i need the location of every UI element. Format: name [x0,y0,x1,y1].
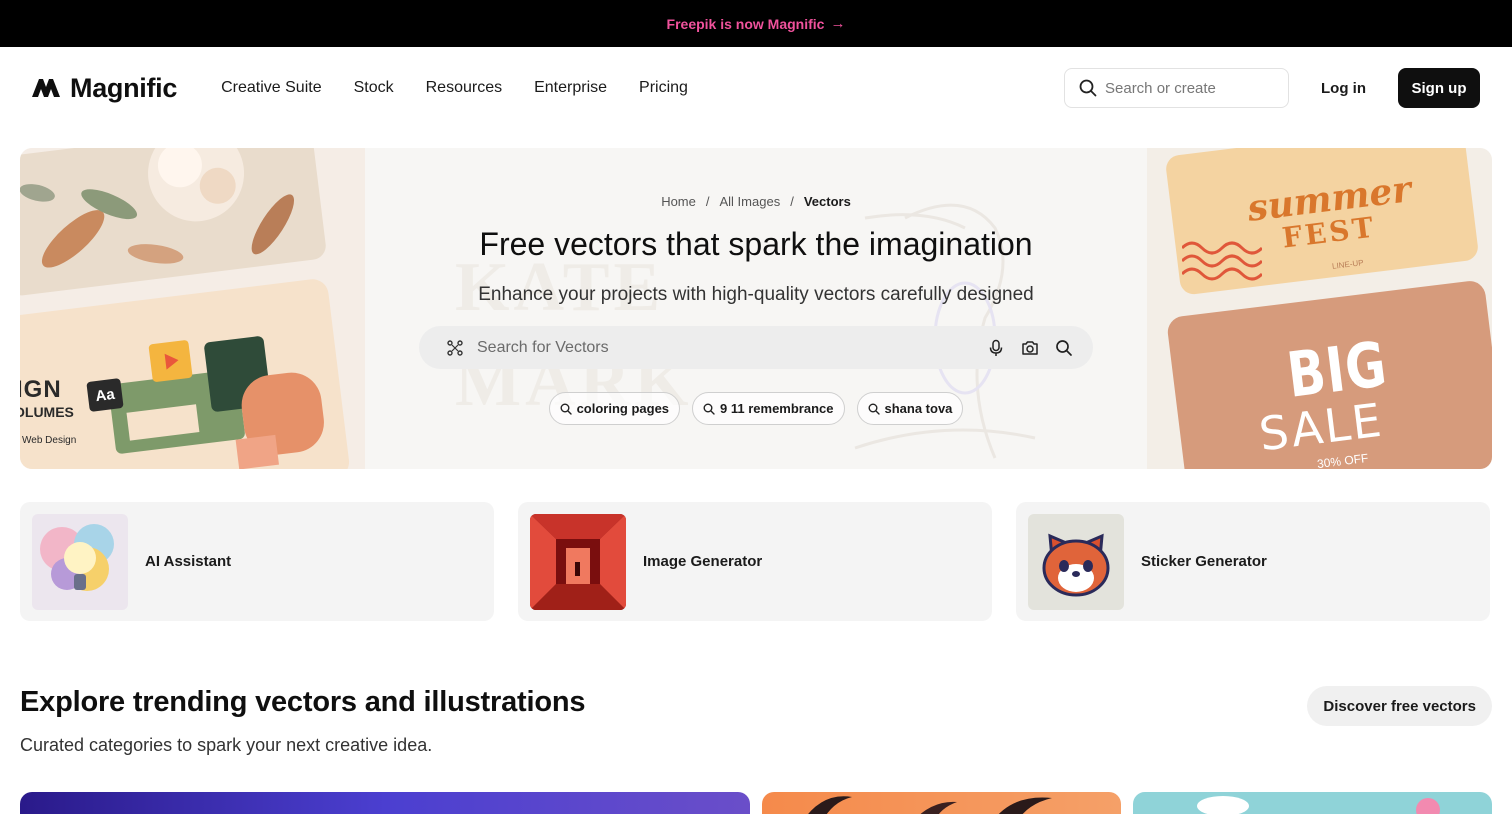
category-card-beach[interactable] [1133,792,1492,814]
search-icon [560,403,572,415]
nav-enterprise[interactable]: Enterprise [534,79,607,97]
header-search-input[interactable] [1105,79,1255,97]
chip-shana-tova[interactable]: shana tova [856,392,964,425]
chip-coloring-pages[interactable]: coloring pages [548,392,681,425]
hero-search-input[interactable] [477,338,987,357]
page-title: Free vectors that spark the imagination [479,226,1033,262]
hero-search-bar[interactable] [419,326,1093,369]
camera-icon[interactable] [1021,339,1039,357]
tool-label: AI Assistant [145,553,232,570]
hero-banner: IGN OLUMES Aa Web Design KATE MARK summe… [20,148,1492,469]
discover-free-vectors-button[interactable]: Discover free vectors [1307,686,1492,726]
logo-text: Magnific [70,72,178,103]
chip-label: coloring pages [576,401,670,416]
category-card-tropical[interactable] [762,792,1121,814]
breadcrumb-separator: / [790,194,794,209]
search-icon [868,403,880,415]
red-corridor-art-icon [530,513,626,610]
nav-stock[interactable]: Stock [354,79,394,97]
red-panda-art-icon [1028,513,1124,610]
ai-tools-row: AI Assistant Image Generator Sticker Gen… [20,502,1492,621]
logo[interactable]: Magnific [32,73,177,104]
announcement-bar: Freepik is now Magnific → [0,0,1512,47]
site-header: Magnific Creative Suite Stock Resources … [0,47,1512,129]
chip-label: shana tova [884,401,953,416]
hero-subtitle: Enhance your projects with high-quality … [478,284,1034,305]
arrow-right-icon: → [830,15,846,32]
chip-9-11-remembrance[interactable]: 9 11 remembrance [692,392,845,425]
breadcrumb-home[interactable]: Home [661,194,696,209]
signup-button[interactable]: Sign up [1398,68,1480,108]
header-actions: Log in Sign up [1064,68,1480,108]
login-button[interactable]: Log in [1321,80,1366,97]
ai-scan-icon[interactable] [447,339,463,356]
hero-search-actions [987,339,1073,357]
nav-pricing[interactable]: Pricing [639,79,688,97]
floral-card-art [20,148,328,297]
microphone-icon[interactable] [987,339,1005,357]
search-icon [1079,79,1097,97]
suggested-searches: coloring pages 9 11 remembrance shana to… [20,392,1492,425]
chip-label: 9 11 remembrance [720,401,834,416]
search-icon [703,403,715,415]
breadcrumb-current: Vectors [803,194,851,209]
breadcrumb-separator: / [705,194,710,209]
section-subtitle: Curated categories to spark your next cr… [20,735,433,755]
announcement-text: Freepik is now Magnific [666,15,825,32]
header-search[interactable] [1064,68,1289,108]
magnific-logo-icon [32,79,60,97]
art-caption: Web Design [22,435,77,446]
breadcrumb: Home / All Images / Vectors [20,194,1492,209]
tool-label: Image Generator [643,553,763,570]
tool-label: Sticker Generator [1141,553,1267,570]
search-icon[interactable] [1055,339,1073,357]
breadcrumb-all-images[interactable]: All Images [720,194,781,209]
main-nav: Creative Suite Stock Resources Enterpris… [221,79,688,97]
nav-creative-suite[interactable]: Creative Suite [221,79,322,97]
tool-card-image-generator[interactable]: Image Generator [518,502,992,621]
tool-card-sticker-generator[interactable]: Sticker Generator [1016,502,1490,621]
category-card-night-sky[interactable] [20,792,750,814]
lightbulb-art-icon [32,513,128,610]
nav-resources[interactable]: Resources [426,79,502,97]
tool-card-ai-assistant[interactable]: AI Assistant [20,502,494,621]
announcement-link[interactable]: Freepik is now Magnific → [667,15,846,32]
section-title: Explore trending vectors and illustratio… [20,686,586,718]
